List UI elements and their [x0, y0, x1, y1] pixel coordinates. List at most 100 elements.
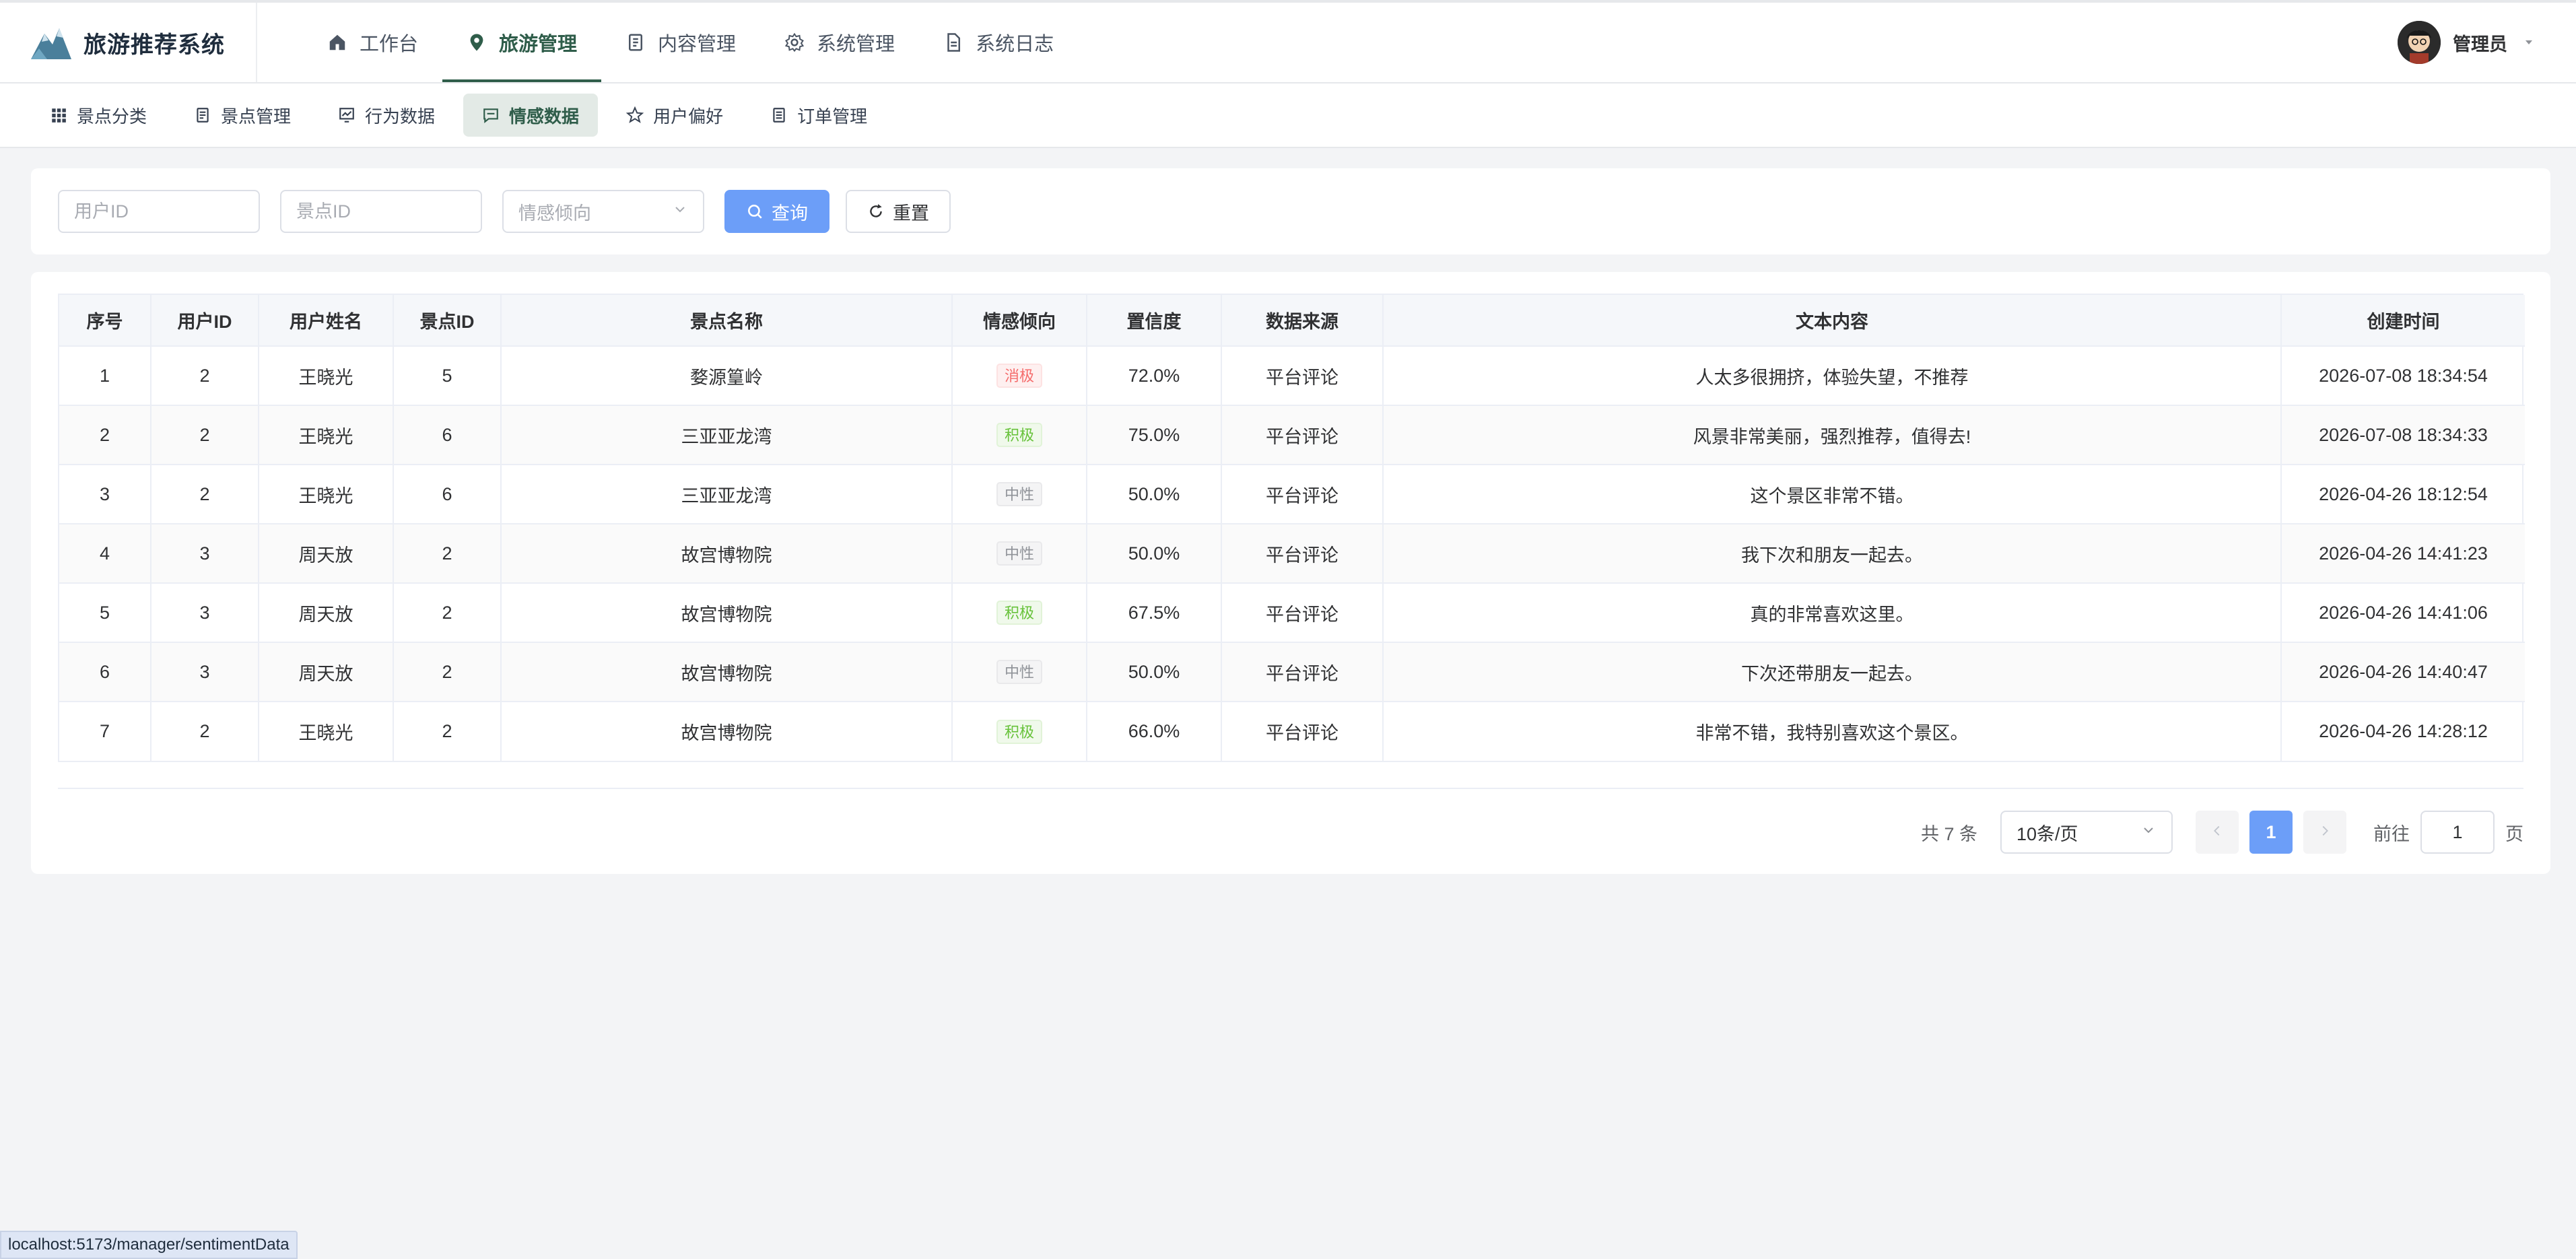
cell-created: 2026-07-08 18:34:33: [2281, 405, 2525, 465]
column-header: 景点ID: [393, 295, 502, 347]
table-row[interactable]: 2 2 王晓光 6 三亚亚龙湾 积极 75.0% 平台评论 风景非常美丽，强烈推荐，值得去! 20…: [59, 405, 2525, 465]
tab-label: 情感数据: [509, 106, 580, 127]
cell-spot-id: 2: [393, 583, 502, 643]
tab-behavior-data[interactable]: 行为数据: [319, 94, 454, 137]
column-header: 置信度: [1087, 295, 1222, 347]
page-number-button[interactable]: 1: [2249, 811, 2293, 854]
cell-source: 平台评论: [1221, 702, 1384, 761]
cell-spot-name: 故宫博物院: [501, 583, 953, 643]
tab-order-management[interactable]: 订单管理: [751, 94, 886, 137]
brand-divider: [256, 3, 257, 82]
chevron-down-icon: [2140, 822, 2157, 843]
chevron-down-icon: [672, 201, 688, 222]
cell-source: 平台评论: [1221, 642, 1384, 702]
cell-user-name: 王晓光: [259, 702, 394, 761]
column-header: 用户姓名: [259, 295, 394, 347]
next-page-button[interactable]: [2303, 811, 2346, 854]
reset-button-label: 重置: [893, 203, 929, 224]
cell-spot-id: 5: [393, 346, 502, 406]
goto-label: 前往: [2373, 823, 2410, 844]
cell-user-name: 周天放: [259, 583, 394, 643]
cell-text: 非常不错，我特别喜欢这个景区。: [1383, 702, 2282, 761]
cell-confidence: 50.0%: [1087, 465, 1222, 524]
sentiment-tag: 积极: [996, 423, 1042, 447]
cell-text: 人太多很拥挤，体验失望，不推荐: [1383, 346, 2282, 406]
user-menu[interactable]: 管理员: [2398, 3, 2536, 82]
table-row[interactable]: 3 2 王晓光 6 三亚亚龙湾 中性 50.0% 平台评论 这个景区非常不错。 2026-04-2…: [59, 465, 2525, 524]
cell-confidence: 75.0%: [1087, 405, 1222, 465]
caret-down-icon: [2522, 36, 2536, 49]
nav-item-label: 系统管理: [817, 34, 895, 55]
cell-spot-id: 2: [393, 702, 502, 761]
spot-id-input[interactable]: [280, 190, 482, 233]
page-size-select[interactable]: 10条/页: [2000, 811, 2173, 854]
cell-user-name: 周天放: [259, 642, 394, 702]
search-button[interactable]: 查询: [724, 190, 829, 233]
tab-spot-management[interactable]: 景点管理: [175, 94, 310, 137]
search-icon: [746, 203, 764, 220]
nav-item-label: 旅游管理: [499, 34, 578, 55]
tab-spot-category[interactable]: 景点分类: [31, 94, 166, 137]
sentiment-select[interactable]: 情感倾向: [502, 190, 704, 233]
column-header: 用户ID: [151, 295, 259, 347]
reset-button[interactable]: 重置: [846, 190, 951, 233]
tab-sentiment-data[interactable]: 情感数据: [463, 94, 599, 137]
table-row[interactable]: 4 3 周天放 2 故宫博物院 中性 50.0% 平台评论 我下次和朋友一起去。 2026-04-…: [59, 524, 2525, 584]
cell-spot-name: 故宫博物院: [501, 524, 953, 584]
cell-text: 这个景区非常不错。: [1383, 465, 2282, 524]
cell-index: 2: [59, 405, 151, 465]
nav-item-content-management[interactable]: 内容管理: [601, 3, 760, 82]
cell-confidence: 72.0%: [1087, 346, 1222, 406]
cell-user-name: 王晓光: [259, 405, 394, 465]
cell-source: 平台评论: [1221, 524, 1384, 584]
brand-title: 旅游推荐系统: [83, 32, 225, 58]
tab-label: 订单管理: [797, 106, 868, 127]
sub-nav: 景点分类 景点管理 行为数据 情感数据 用户偏好 订单管理: [0, 83, 2576, 148]
user-name: 管理员: [2453, 34, 2507, 55]
cell-index: 7: [59, 702, 151, 761]
refresh-icon: [867, 203, 885, 220]
cell-source: 平台评论: [1221, 583, 1384, 643]
tab-user-preference[interactable]: 用户偏好: [607, 94, 742, 137]
pagination: 共 7 条 10条/页 1 前往 页: [1921, 811, 2523, 854]
cell-sentiment: 积极: [952, 405, 1087, 465]
main-nav: 工作台 旅游管理 内容管理 系统管理 系统日志: [303, 3, 1078, 82]
sentiment-tag: 消极: [996, 364, 1042, 388]
chart-icon: [338, 106, 355, 124]
cell-spot-id: 6: [393, 465, 502, 524]
sentiment-tag: 中性: [996, 541, 1042, 566]
cell-text: 真的非常喜欢这里。: [1383, 583, 2282, 643]
avatar: [2398, 21, 2441, 64]
book-icon: [625, 32, 646, 53]
cell-source: 平台评论: [1221, 405, 1384, 465]
user-id-input[interactable]: [58, 190, 260, 233]
cell-spot-name: 婺源篁岭: [501, 346, 953, 406]
sentiment-tag: 中性: [996, 660, 1042, 684]
table-row[interactable]: 1 2 王晓光 5 婺源篁岭 消极 72.0% 平台评论 人太多很拥挤，体验失望，不推荐 2026…: [59, 346, 2525, 406]
brand[interactable]: 旅游推荐系统: [30, 3, 225, 82]
nav-item-system-management[interactable]: 系统管理: [760, 3, 919, 82]
list-icon: [770, 106, 788, 124]
cell-created: 2026-07-08 18:34:54: [2281, 346, 2525, 406]
nav-item-travel-management[interactable]: 旅游管理: [442, 3, 602, 82]
column-header: 序号: [59, 295, 151, 347]
cell-user-id: 3: [151, 583, 259, 643]
cell-spot-name: 故宫博物院: [501, 702, 953, 761]
table-row[interactable]: 5 3 周天放 2 故宫博物院 积极 67.5% 平台评论 真的非常喜欢这里。 2026-04-2…: [59, 583, 2525, 643]
cell-text: 风景非常美丽，强烈推荐，值得去!: [1383, 405, 2282, 465]
column-header: 景点名称: [501, 295, 953, 347]
nav-item-system-log[interactable]: 系统日志: [919, 3, 1078, 82]
cell-index: 4: [59, 524, 151, 584]
cell-confidence: 66.0%: [1087, 702, 1222, 761]
browser-status-bar: localhost:5173/manager/sentimentData: [0, 1231, 298, 1259]
goto-page-input[interactable]: [2420, 811, 2495, 854]
sentiment-tag: 中性: [996, 482, 1042, 506]
table-row[interactable]: 7 2 王晓光 2 故宫博物院 积极 66.0% 平台评论 非常不错，我特别喜欢这个景区。 202…: [59, 702, 2525, 761]
sentiment-tag: 积极: [996, 719, 1042, 744]
cell-spot-id: 6: [393, 405, 502, 465]
cell-user-id: 2: [151, 346, 259, 406]
table-row[interactable]: 6 3 周天放 2 故宫博物院 中性 50.0% 平台评论 下次还带朋友一起去。 2026-04-…: [59, 642, 2525, 702]
cell-user-id: 2: [151, 405, 259, 465]
nav-item-workbench[interactable]: 工作台: [303, 3, 442, 82]
prev-page-button[interactable]: [2196, 811, 2239, 854]
